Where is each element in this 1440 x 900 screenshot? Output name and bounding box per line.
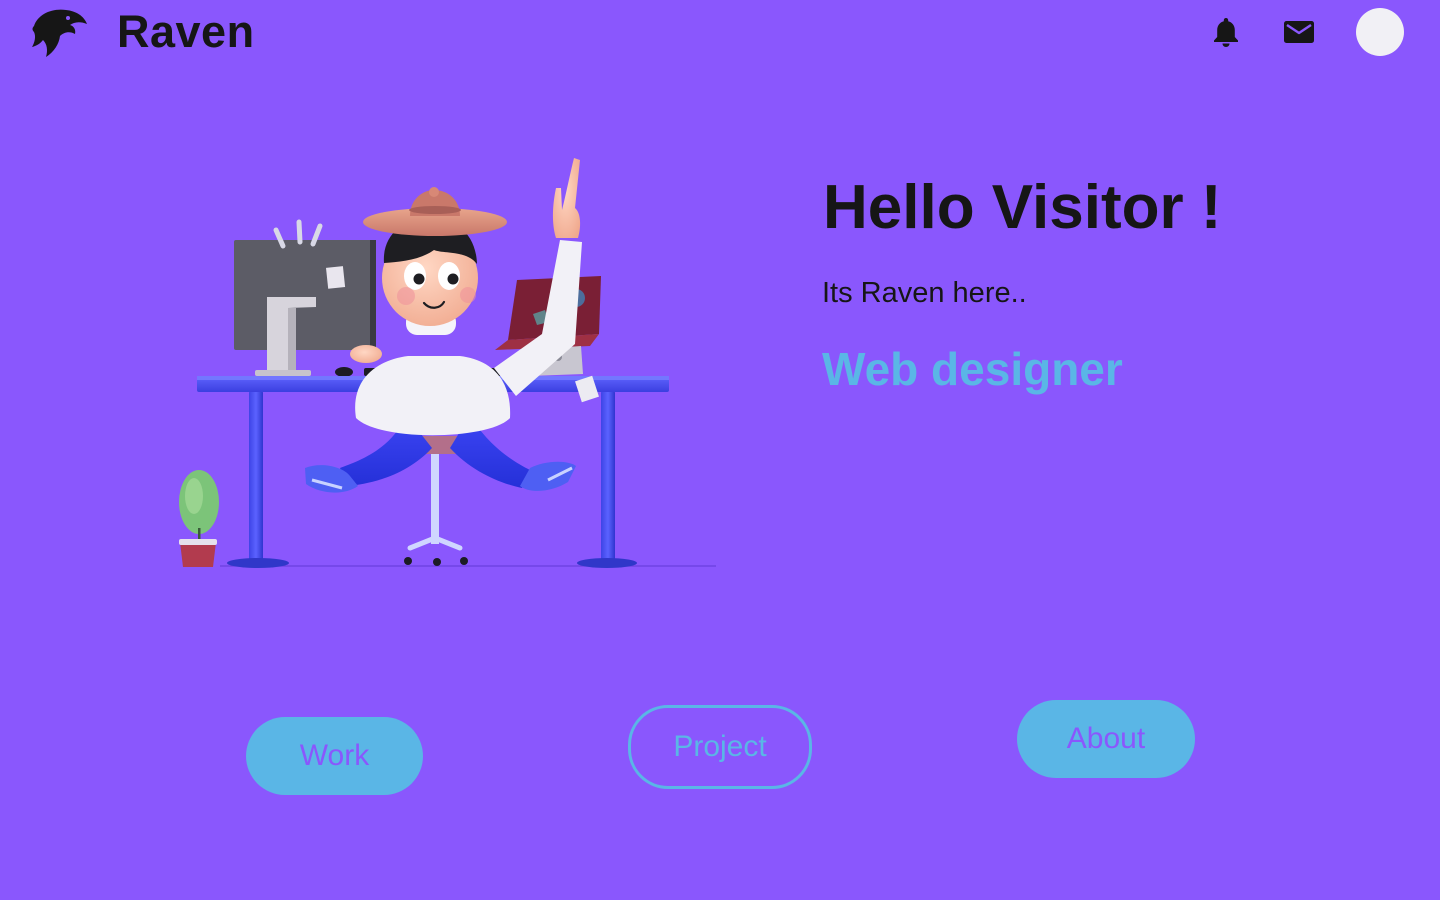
hero-subtitle: Its Raven here..	[822, 277, 1027, 309]
hero-illustration	[179, 158, 716, 568]
hero-role: Web designer	[822, 343, 1123, 395]
about-button[interactable]: About	[1017, 700, 1195, 778]
bell-icon[interactable]	[1212, 16, 1240, 48]
raven-logo-icon[interactable]	[30, 6, 88, 58]
hero-title: Hello Visitor !	[823, 173, 1222, 242]
brand-name[interactable]: Raven	[117, 4, 255, 60]
landing-page: Raven Hello Visitor ! Its Raven here.. W…	[0, 0, 1440, 900]
work-button[interactable]: Work	[246, 717, 423, 795]
user-avatar[interactable]	[1356, 8, 1404, 56]
mail-icon[interactable]	[1283, 18, 1315, 46]
plant-icon	[179, 470, 219, 567]
project-button[interactable]: Project	[628, 705, 812, 789]
